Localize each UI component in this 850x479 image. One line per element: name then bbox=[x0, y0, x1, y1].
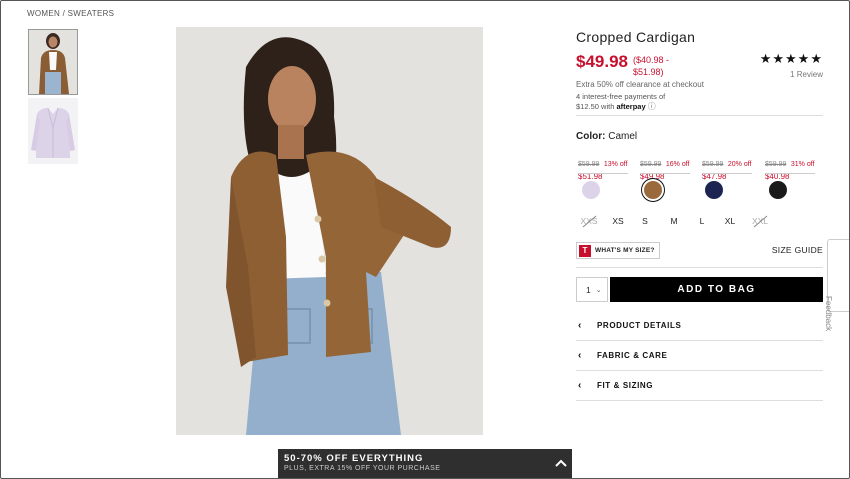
size-guide-link[interactable]: SIZE GUIDE bbox=[772, 245, 823, 255]
fit-logo-icon: T bbox=[579, 244, 591, 257]
size-xxl[interactable]: XXL bbox=[750, 216, 770, 226]
feedback-tab[interactable]: Feedback bbox=[824, 239, 849, 331]
thumbnail-lavender[interactable] bbox=[28, 98, 78, 164]
discount: 31% off bbox=[790, 161, 815, 168]
size-xs[interactable]: XS bbox=[608, 216, 628, 226]
add-to-bag-button[interactable]: ADD TO BAG bbox=[610, 277, 823, 302]
original-price: $59.99 bbox=[765, 161, 787, 168]
thumbnail-lavender-image bbox=[28, 98, 78, 164]
size-xl[interactable]: XL bbox=[720, 216, 740, 226]
accordion-label: PRODUCT DETAILS bbox=[597, 321, 682, 330]
chevron-down-icon: ⌄ bbox=[595, 286, 602, 294]
afterpay-logo: afterpay bbox=[616, 102, 646, 111]
chevron-left-icon: ‹ bbox=[578, 380, 582, 391]
promo-banner[interactable]: 50-70% OFF EVERYTHING PLUS, EXTRA 15% OF… bbox=[278, 449, 572, 479]
star-rating[interactable]: ★★★★★ bbox=[760, 51, 823, 67]
size-m[interactable]: M bbox=[664, 216, 684, 226]
color-label-value: Camel bbox=[608, 131, 638, 142]
swatch-navy[interactable] bbox=[705, 181, 723, 199]
reviews-link[interactable]: 1 Review bbox=[790, 70, 823, 79]
afterpay-info-icon[interactable]: ⓘ bbox=[648, 102, 656, 111]
swatch-price-camel: $59.99 16% off $49.98 bbox=[640, 153, 700, 181]
quantity-value: 1 bbox=[586, 284, 591, 295]
afterpay-line1: 4 interest-free payments of bbox=[576, 92, 666, 101]
accordion-label: FABRIC & CARE bbox=[597, 351, 668, 360]
original-price: $59.99 bbox=[702, 161, 724, 168]
size-l[interactable]: L bbox=[692, 216, 712, 226]
accordion-fit-sizing[interactable]: ‹ FIT & SIZING bbox=[576, 371, 823, 401]
chevron-left-icon: ‹ bbox=[578, 350, 582, 361]
accordion-fabric-care[interactable]: ‹ FABRIC & CARE bbox=[576, 341, 823, 371]
swatch-price-lavender: $59.99 13% off $51.98 bbox=[578, 153, 638, 181]
feedback-label: Feedback bbox=[824, 296, 833, 332]
clearance-note: Extra 50% off clearance at checkout bbox=[576, 80, 704, 89]
swatch-camel[interactable] bbox=[644, 181, 662, 199]
accordion-product-details[interactable]: ‹ PRODUCT DETAILS bbox=[576, 311, 823, 341]
breadcrumb[interactable]: WOMEN / SWEATERS bbox=[27, 9, 114, 18]
product-info-panel: Cropped Cardigan $49.98 ($40.98 - $51.98… bbox=[576, 0, 823, 479]
quantity-select[interactable]: 1 ⌄ bbox=[576, 277, 608, 302]
product-image[interactable] bbox=[176, 27, 483, 435]
divider bbox=[576, 115, 823, 116]
swatch-lavender[interactable] bbox=[582, 181, 600, 199]
price-range: ($40.98 - $51.98) bbox=[633, 54, 689, 78]
discount: 13% off bbox=[603, 161, 628, 168]
discount: 16% off bbox=[665, 161, 690, 168]
promo-headline: 50-70% OFF EVERYTHING bbox=[284, 453, 424, 464]
thumbnail-camel[interactable] bbox=[28, 29, 78, 95]
afterpay-line2: $12.50 with bbox=[576, 102, 615, 111]
swatch-underline bbox=[702, 173, 752, 174]
whats-my-size-label: WHAT'S MY SIZE? bbox=[595, 247, 655, 254]
color-label-key: Color: bbox=[576, 131, 606, 142]
swatch-underline bbox=[765, 173, 815, 174]
divider bbox=[576, 267, 823, 268]
color-label: Color: Camel bbox=[576, 131, 637, 142]
size-s[interactable]: S bbox=[635, 216, 655, 226]
thumbnail-camel-image bbox=[29, 30, 77, 94]
size-xxs[interactable]: XXS bbox=[579, 216, 599, 226]
chevron-up-icon[interactable] bbox=[555, 458, 567, 468]
chevron-left-icon: ‹ bbox=[578, 320, 582, 331]
afterpay-note: 4 interest-free payments of $12.50 with … bbox=[576, 92, 776, 112]
promo-subline: PLUS, EXTRA 15% OFF YOUR PURCHASE bbox=[284, 465, 441, 472]
price-range-text: ($40.98 - $51.98) bbox=[633, 55, 670, 77]
swatch-price-black: $59.99 31% off $40.98 bbox=[765, 153, 825, 181]
swatch-underline bbox=[640, 173, 690, 174]
discount: 20% off bbox=[727, 161, 752, 168]
sale-price: $49.98 bbox=[576, 52, 628, 71]
swatch-price-navy: $59.99 20% off $47.98 bbox=[702, 153, 762, 181]
product-title: Cropped Cardigan bbox=[576, 29, 696, 45]
swatch-underline bbox=[578, 173, 628, 174]
original-price: $59.99 bbox=[578, 161, 600, 168]
model-photo bbox=[176, 27, 483, 435]
whats-my-size-button[interactable]: T WHAT'S MY SIZE? bbox=[576, 242, 660, 259]
swatch-black[interactable] bbox=[769, 181, 787, 199]
accordion-label: FIT & SIZING bbox=[597, 381, 654, 390]
original-price: $59.99 bbox=[640, 161, 662, 168]
